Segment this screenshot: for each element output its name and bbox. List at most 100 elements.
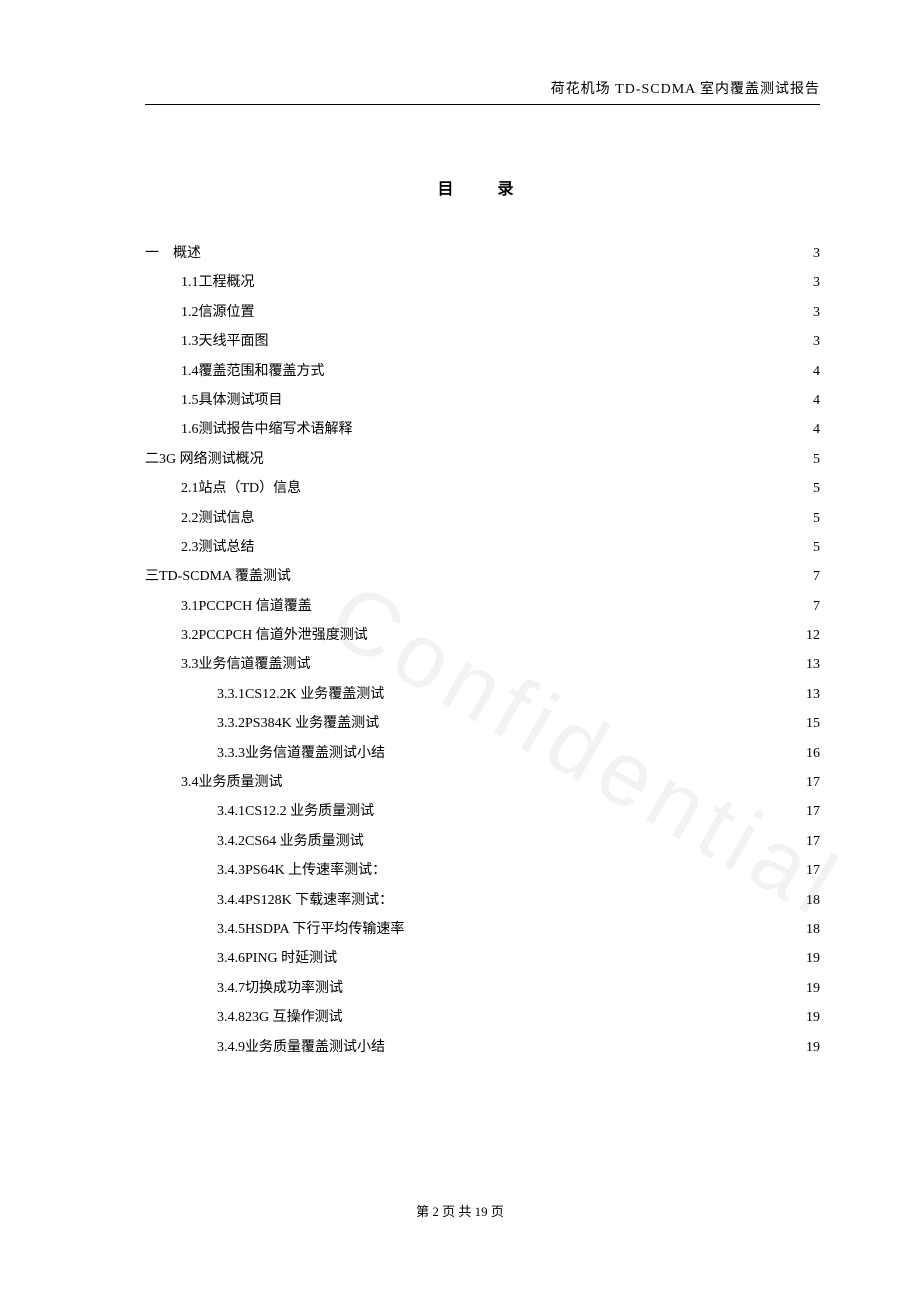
toc-entry-page: 3 [813, 327, 820, 356]
toc-entry[interactable]: 2.2 测试信息5 [145, 504, 820, 533]
toc-entry[interactable]: 3.1 PCCPCH 信道覆盖 7 [145, 592, 820, 621]
toc-entry-number: 3.4.1 [217, 797, 245, 826]
toc-entry-number: 3.4.6 [217, 944, 245, 973]
toc-entry-page: 17 [806, 768, 820, 797]
toc-entry[interactable]: 3.4.3 PS64K 上传速率测试： 17 [145, 856, 820, 885]
toc-entry-label: TD-SCDMA 覆盖测试 [159, 562, 291, 591]
toc-entry-page: 12 [806, 621, 820, 650]
toc-entry-number: 2.1 [181, 474, 199, 503]
toc-entry[interactable]: 3.4.7 切换成功率测试19 [145, 974, 820, 1003]
toc-entry[interactable]: 3.4 业务质量测试 17 [145, 768, 820, 797]
toc-entry-number: 3.2 [181, 621, 199, 650]
toc-entry-page: 19 [806, 1033, 820, 1062]
toc-entry-number: 3.1 [181, 592, 199, 621]
toc-entry-label: CS12.2K 业务覆盖测试 [245, 680, 384, 709]
toc-entry-number: 3.4.3 [217, 856, 245, 885]
toc-entry-page: 4 [813, 415, 820, 444]
toc-entry[interactable]: 2.3 测试总结5 [145, 533, 820, 562]
toc-title: 目 录 [145, 175, 820, 199]
toc-entry-page: 13 [806, 680, 820, 709]
toc-entry[interactable]: 3.2 PCCPCH 信道外泄强度测试 12 [145, 621, 820, 650]
toc-entry-label: PS384K 业务覆盖测试 [245, 709, 379, 738]
toc-entry-number: 3.3.1 [217, 680, 245, 709]
toc-entry-page: 15 [806, 709, 820, 738]
toc-entry[interactable]: 一 概述 3 [145, 239, 820, 268]
toc-entry-page: 17 [806, 797, 820, 826]
toc-entry-label: 概述 [159, 239, 201, 268]
toc-entry-number: 1.3 [181, 327, 199, 356]
toc-entry[interactable]: 二 3G 网络测试概况 5 [145, 445, 820, 474]
page-content: 荷花机场 TD-SCDMA 室内覆盖测试报告 目 录 一 概述31.1 工程概况… [145, 78, 820, 1062]
toc-entry-page: 18 [806, 915, 820, 944]
toc-entry-number: 3.4.5 [217, 915, 245, 944]
toc-entry-label: 工程概况 [199, 268, 255, 297]
toc-entry-label: PCCPCH 信道覆盖 [199, 592, 312, 621]
toc-entry[interactable]: 1.1 工程概况3 [145, 268, 820, 297]
toc-entry[interactable]: 三 TD-SCDMA 覆盖测试7 [145, 562, 820, 591]
toc-entry-number: 3.3 [181, 650, 199, 679]
toc-entry-number: 3.4 [181, 768, 199, 797]
toc-entry-number: 1.5 [181, 386, 199, 415]
toc-entry-number: 3.4.2 [217, 827, 245, 856]
toc-entry-label: 具体测试项目 [199, 386, 283, 415]
toc-entry-label: 业务质量测试 [199, 768, 283, 797]
toc-entry-label: PING 时延测试 [245, 944, 337, 973]
toc-entry-label: HSDPA 下行平均传输速率 [245, 915, 404, 944]
toc-entry[interactable]: 1.6 测试报告中缩写术语解释4 [145, 415, 820, 444]
toc-entry-page: 18 [806, 886, 820, 915]
toc-entry-page: 17 [806, 827, 820, 856]
toc-entry-number: 3.4.8 [217, 1003, 245, 1032]
toc-entry[interactable]: 3.4.6 PING 时延测试 19 [145, 944, 820, 973]
toc-entry-number: 3.3.3 [217, 739, 245, 768]
toc-entry-label: 测试总结 [199, 533, 255, 562]
toc-entry-number: 二 [145, 445, 159, 474]
toc-entry-page: 17 [806, 856, 820, 885]
toc-entry[interactable]: 3.3.1 CS12.2K 业务覆盖测试 13 [145, 680, 820, 709]
toc-entry[interactable]: 1.3 天线平面图 3 [145, 327, 820, 356]
header-rule [145, 104, 820, 105]
toc-entry[interactable]: 3.4.1 CS12.2 业务质量测试 17 [145, 797, 820, 826]
toc-entry[interactable]: 3.3 业务信道覆盖测试 13 [145, 650, 820, 679]
toc-entry-page: 4 [813, 386, 820, 415]
toc-entry-page: 5 [813, 474, 820, 503]
toc-entry[interactable]: 2.1 站点（TD）信息 5 [145, 474, 820, 503]
toc-entry-page: 13 [806, 650, 820, 679]
toc-entry[interactable]: 3.4.8 23G 互操作测试19 [145, 1003, 820, 1032]
toc-entry-number: 2.3 [181, 533, 199, 562]
toc-entry-label: PS64K 上传速率测试： [245, 856, 386, 885]
toc-entry-number: 3.4.7 [217, 974, 245, 1003]
toc-entry-number: 3.4.9 [217, 1033, 245, 1062]
toc-entry[interactable]: 3.4.2 CS64 业务质量测试 17 [145, 827, 820, 856]
toc-entry[interactable]: 3.4.9 业务质量覆盖测试小结 19 [145, 1033, 820, 1062]
toc-entry-label: PCCPCH 信道外泄强度测试 [199, 621, 368, 650]
toc-entry-label: 切换成功率测试 [245, 974, 343, 1003]
toc-entry-number: 3.4.4 [217, 886, 245, 915]
toc-entry-page: 3 [813, 239, 820, 268]
toc-entry-number: 1.2 [181, 298, 199, 327]
toc-entry-label: 覆盖范围和覆盖方式 [199, 357, 325, 386]
toc-entry-number: 一 [145, 239, 159, 268]
toc-entry[interactable]: 3.3.3 业务信道覆盖测试小结16 [145, 739, 820, 768]
toc-entry[interactable]: 1.4 覆盖范围和覆盖方式 4 [145, 357, 820, 386]
toc-entry[interactable]: 3.3.2 PS384K 业务覆盖测试 15 [145, 709, 820, 738]
toc-entry-page: 5 [813, 445, 820, 474]
toc-entry-label: 测试报告中缩写术语解释 [199, 415, 353, 444]
toc-entry[interactable]: 3.4.4 PS128K 下载速率测试： 18 [145, 886, 820, 915]
toc-entry-page: 7 [813, 592, 820, 621]
toc-entry-page: 3 [813, 268, 820, 297]
toc-entry-number: 1.4 [181, 357, 199, 386]
toc-entry-label: CS12.2 业务质量测试 [245, 797, 374, 826]
toc-entry-page: 4 [813, 357, 820, 386]
toc-entry-label: 天线平面图 [199, 327, 269, 356]
toc-entry-label: 3G 网络测试概况 [159, 445, 264, 474]
toc-entry-label: PS128K 下载速率测试： [245, 886, 393, 915]
toc-entry[interactable]: 1.5 具体测试项目 4 [145, 386, 820, 415]
toc-entry-label: CS64 业务质量测试 [245, 827, 364, 856]
toc-entry-label: 业务信道覆盖测试 [199, 650, 311, 679]
toc-entry[interactable]: 3.4.5 HSDPA 下行平均传输速率 18 [145, 915, 820, 944]
toc-entry-page: 19 [806, 1003, 820, 1032]
running-header: 荷花机场 TD-SCDMA 室内覆盖测试报告 [145, 78, 820, 98]
toc-entry-label: 业务质量覆盖测试小结 [245, 1033, 385, 1062]
toc-entry[interactable]: 1.2 信源位置3 [145, 298, 820, 327]
toc-entry-page: 19 [806, 944, 820, 973]
